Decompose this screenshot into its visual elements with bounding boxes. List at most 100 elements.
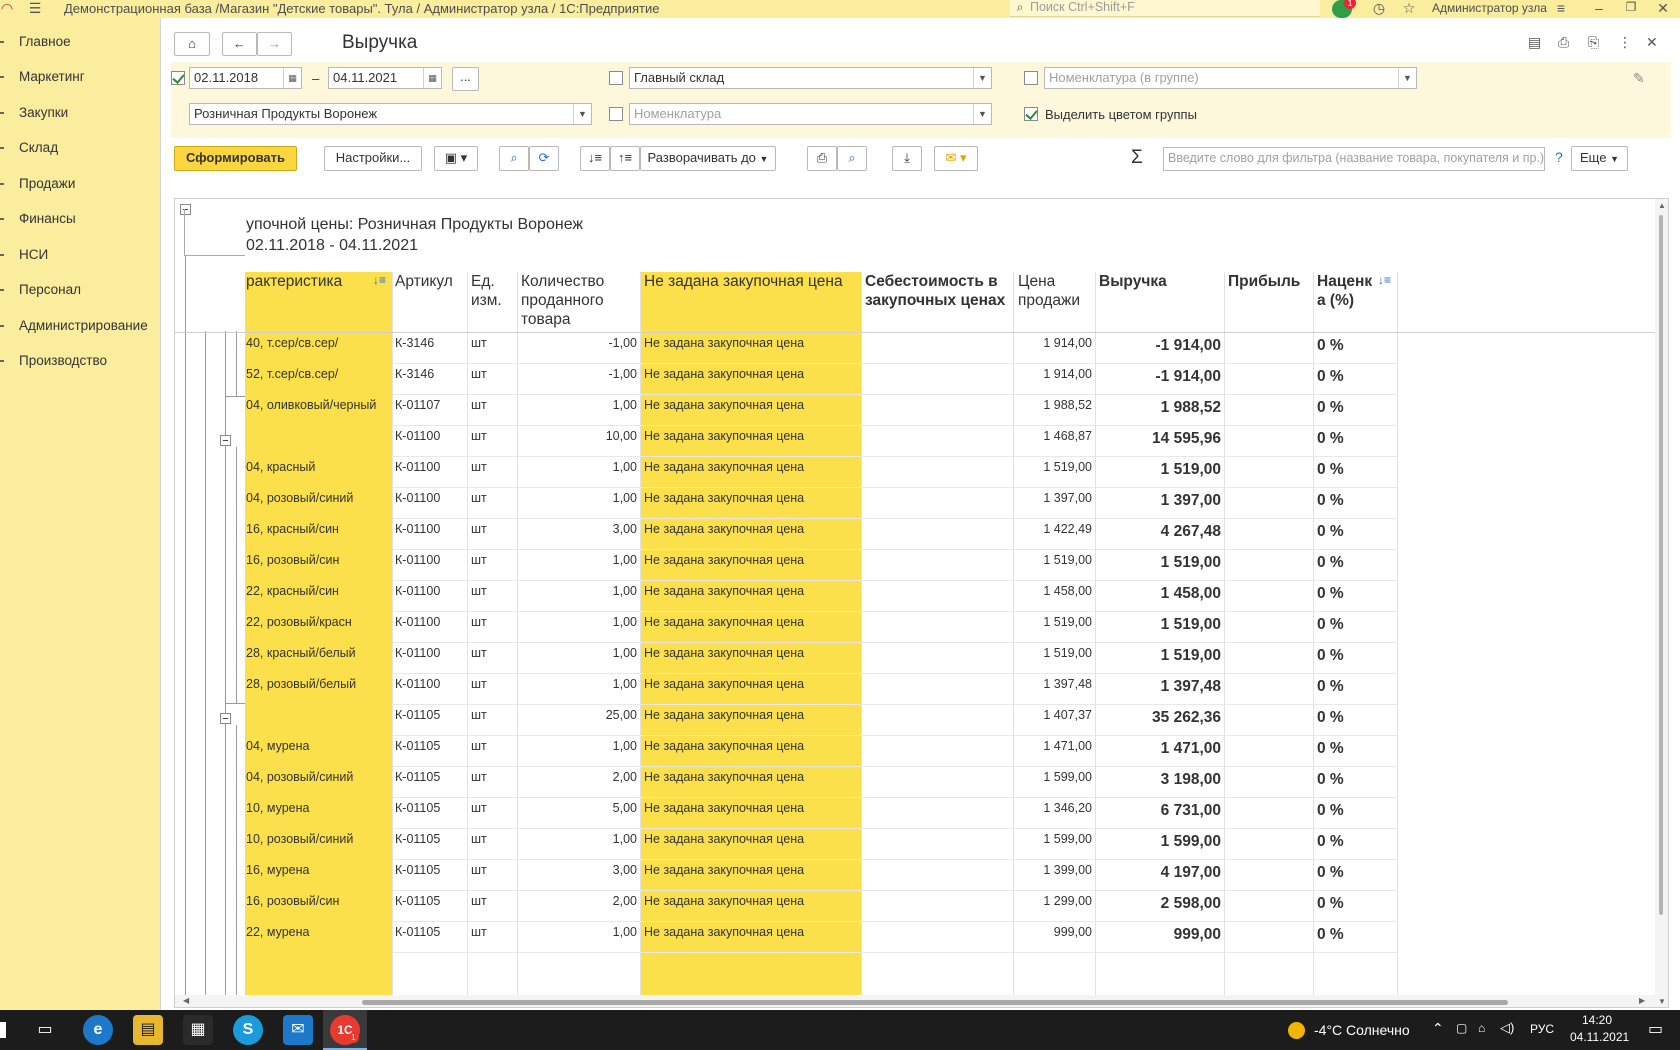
cell-article[interactable]: К-3146	[395, 367, 465, 381]
cell-unit[interactable]: шт	[471, 832, 511, 846]
col-revenue-header[interactable]: Выручка	[1099, 272, 1167, 291]
current-user[interactable]: Администратор узла	[1432, 1, 1547, 15]
cell-revenue[interactable]: 1 519,00	[1099, 647, 1221, 665]
cell-unit[interactable]: шт	[471, 894, 511, 908]
cell-price[interactable]: 1 422,49	[1018, 522, 1092, 536]
cell-markup[interactable]: 0 %	[1317, 895, 1387, 913]
col-characteristic-header[interactable]: рактеристика	[246, 272, 342, 291]
chevron-down-icon[interactable]: ▼	[573, 104, 591, 124]
main-menu-icon[interactable]: ☰	[26, 0, 44, 18]
cell-unit[interactable]: шт	[471, 460, 511, 474]
cell-no-price[interactable]: Не задана закупочная цена	[644, 863, 859, 877]
cell-article[interactable]: К-01105	[395, 832, 465, 846]
app-logo-icon[interactable]: ◠	[0, 0, 14, 18]
cell-characteristic[interactable]: 04, розовый/синий	[246, 491, 391, 505]
cell-price[interactable]: 1 599,00	[1018, 832, 1092, 846]
preview-icon[interactable]: ⎘	[1588, 34, 1599, 52]
more-vertical-icon[interactable]: ⋮	[1618, 34, 1632, 52]
help-button[interactable]: ?	[1555, 149, 1563, 165]
cell-qty[interactable]: 1,00	[521, 491, 637, 505]
cell-characteristic[interactable]: 28, розовый/белый	[246, 677, 391, 691]
sort-down-icon[interactable]: ↓≡	[1378, 273, 1391, 287]
sort-down-icon[interactable]: ↓≡	[373, 273, 386, 287]
keyboard-language[interactable]: РУС	[1530, 1022, 1554, 1036]
refresh-search-button[interactable]: ⟳	[529, 146, 559, 171]
calendar-icon[interactable]: ▦	[283, 68, 301, 88]
cell-revenue[interactable]: 1 471,00	[1099, 740, 1221, 758]
cell-price[interactable]: 1 519,00	[1018, 646, 1092, 660]
cell-price[interactable]: 1 397,00	[1018, 491, 1092, 505]
cell-qty[interactable]: 10,00	[521, 429, 637, 443]
cell-markup[interactable]: 0 %	[1317, 492, 1387, 510]
cell-characteristic[interactable]: 10, розовый/синий	[246, 832, 391, 846]
cell-qty[interactable]: 1,00	[521, 460, 637, 474]
cell-revenue[interactable]: 1 988,52	[1099, 399, 1221, 417]
cell-no-price[interactable]: Не задана закупочная цена	[644, 584, 859, 598]
cell-revenue[interactable]: 1 397,48	[1099, 678, 1221, 696]
cell-qty[interactable]: 3,00	[521, 522, 637, 536]
cell-price[interactable]: 1 458,00	[1018, 584, 1092, 598]
cell-no-price[interactable]: Не задана закупочная цена	[644, 615, 859, 629]
cell-revenue[interactable]: 4 197,00	[1099, 864, 1221, 882]
cell-article[interactable]: К-01100	[395, 677, 465, 691]
active-app-highlight[interactable]: 1С 1	[323, 1010, 367, 1050]
cell-revenue[interactable]: 4 267,48	[1099, 523, 1221, 541]
scroll-right-icon[interactable]: ▶	[1639, 996, 1645, 1005]
weather-text[interactable]: -4°C Солнечно	[1314, 1022, 1410, 1038]
cell-article[interactable]: К-01100	[395, 646, 465, 660]
cell-characteristic[interactable]: 22, розовый/красн	[246, 615, 391, 629]
cell-unit[interactable]: шт	[471, 398, 511, 412]
cell-price[interactable]: 1 914,00	[1018, 367, 1092, 381]
warehouse-field[interactable]: Главный склад ▼	[629, 67, 992, 89]
cell-markup[interactable]: 0 %	[1317, 585, 1387, 603]
cell-article[interactable]: К-01105	[395, 770, 465, 784]
date-to-field[interactable]: 04.11.2021 ▦	[328, 67, 442, 89]
cell-revenue[interactable]: 1 599,00	[1099, 833, 1221, 851]
cell-qty[interactable]: -1,00	[521, 336, 638, 350]
cell-price[interactable]: 1 914,00	[1018, 336, 1092, 350]
cell-characteristic[interactable]: 16, красный/син	[246, 522, 391, 536]
cell-characteristic[interactable]: 04, красный	[246, 460, 391, 474]
col-qty-header[interactable]: Количество проданного товара	[521, 272, 633, 329]
expand-to-button[interactable]: Разворачивать до ▼	[640, 146, 776, 171]
col-markup-header[interactable]: Наценк а (%)	[1317, 272, 1379, 310]
cell-no-price[interactable]: Не задана закупочная цена	[644, 522, 859, 536]
cell-price[interactable]: 1 471,00	[1018, 739, 1092, 753]
cell-article[interactable]: К-01100	[395, 522, 465, 536]
cell-article[interactable]: К-01100	[395, 429, 465, 443]
cell-characteristic[interactable]: 16, мурена	[246, 863, 391, 877]
cell-price[interactable]: 1 346,20	[1018, 801, 1092, 815]
group-collapse-toggle-icon[interactable]	[220, 713, 231, 724]
cell-article[interactable]: К-01107	[395, 398, 465, 412]
scroll-up-icon[interactable]: ▲	[1658, 201, 1666, 210]
cell-revenue[interactable]: 1 397,00	[1099, 492, 1221, 510]
cell-price[interactable]: 1 299,00	[1018, 894, 1092, 908]
cell-markup[interactable]: 0 %	[1317, 926, 1387, 944]
cell-article[interactable]: К-01100	[395, 553, 465, 567]
nomenclature-group-checkbox[interactable]	[1024, 71, 1038, 85]
cell-revenue[interactable]: -1 914,00	[1099, 368, 1222, 386]
cell-price[interactable]: 1 519,00	[1018, 553, 1092, 567]
cell-qty[interactable]: 1,00	[521, 925, 637, 939]
cell-unit[interactable]: шт	[471, 863, 511, 877]
cell-unit[interactable]: шт	[471, 739, 511, 753]
sidebar-item-marketing[interactable]: Маркетинг	[0, 65, 160, 89]
cell-revenue[interactable]: -1 914,00	[1099, 337, 1222, 355]
cell-markup[interactable]: 0 %	[1317, 709, 1387, 727]
cell-revenue[interactable]: 1 458,00	[1099, 585, 1221, 603]
back-button[interactable]: ←	[222, 32, 257, 56]
cell-revenue[interactable]: 35 262,36	[1099, 709, 1221, 727]
cell-no-price[interactable]: Не задана закупочная цена	[644, 925, 859, 939]
cell-characteristic[interactable]: 28, красный/белый	[246, 646, 391, 660]
cell-characteristic[interactable]: 16, розовый/син	[246, 553, 391, 567]
more-button[interactable]: Еще ▼	[1571, 146, 1628, 171]
cell-qty[interactable]: 25,00	[521, 708, 637, 722]
group-collapse-toggle-icon[interactable]	[220, 435, 231, 446]
clock-time[interactable]: 14:20	[1582, 1013, 1612, 1027]
cell-article[interactable]: К-01100	[395, 460, 465, 474]
period-checkbox[interactable]	[171, 71, 185, 85]
weather-sun-icon[interactable]	[1288, 1022, 1305, 1039]
mail-icon[interactable]: ✉	[283, 1015, 313, 1045]
task-view-icon[interactable]: ▭	[30, 1015, 60, 1045]
horizontal-scroll-thumb[interactable]	[362, 1000, 1508, 1005]
